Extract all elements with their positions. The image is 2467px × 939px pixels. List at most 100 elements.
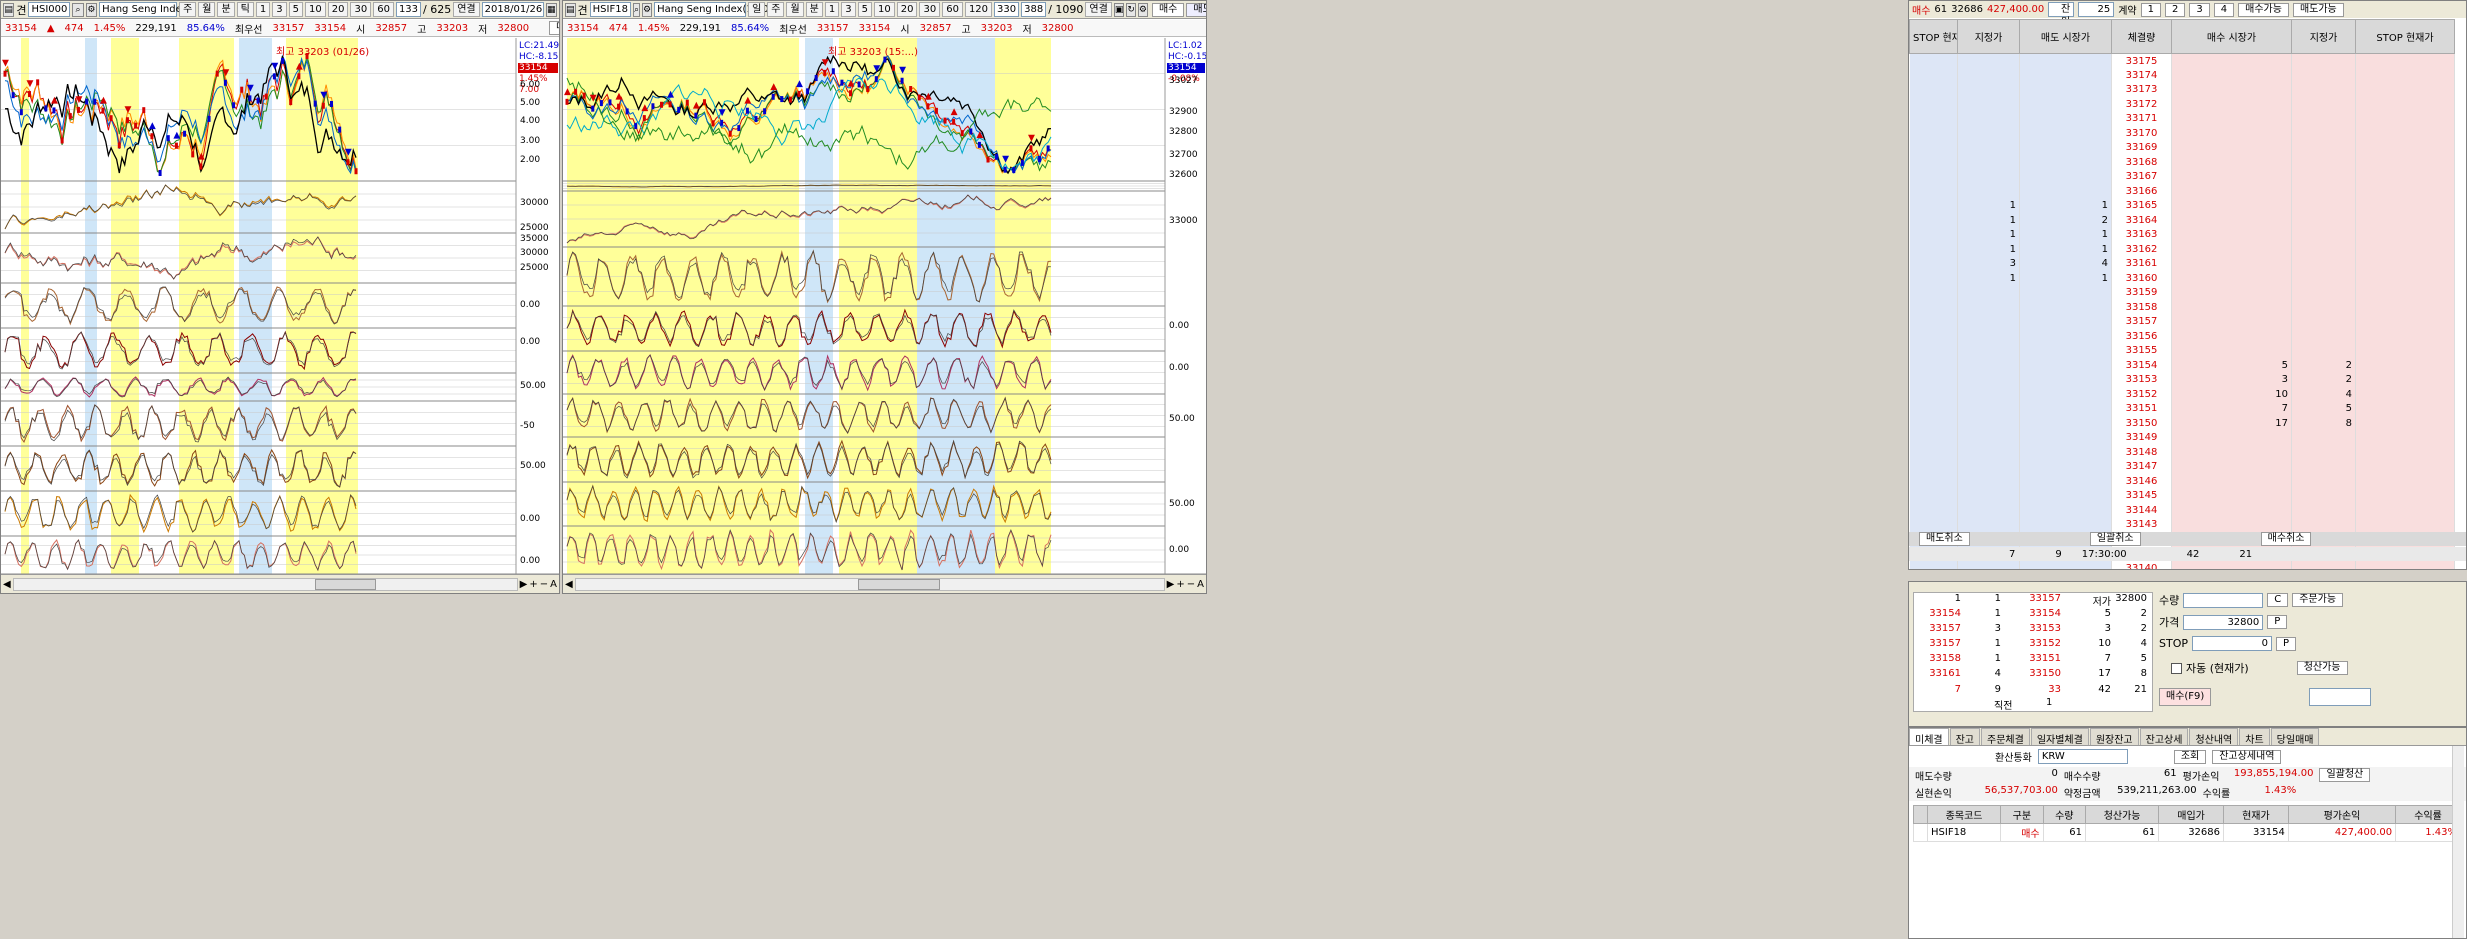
price-cell[interactable]: 33155 <box>2111 343 2172 358</box>
sell-market-cell[interactable] <box>2019 82 2112 97</box>
tab-6[interactable]: 청산내역 <box>2189 728 2239 746</box>
sell-stop-cell[interactable] <box>1909 111 1958 126</box>
sell-stop-cell[interactable] <box>1909 184 1958 199</box>
scroll-left-icon[interactable]: ◀ <box>3 579 11 590</box>
buy-stop-cell[interactable] <box>2355 256 2455 271</box>
sell-stop-cell[interactable] <box>1909 155 1958 170</box>
book-row[interactable]: 1 1 33160 <box>1909 271 2455 286</box>
buy-stop-cell[interactable] <box>2355 140 2455 155</box>
book-row[interactable]: 33154 5 2 <box>1909 358 2455 373</box>
order-available-button[interactable]: 주문가능 <box>2292 593 2344 607</box>
sell-stop-cell[interactable] <box>1909 271 1958 286</box>
buy-limit-cell[interactable] <box>2291 488 2356 503</box>
buy-market-cell[interactable] <box>2171 285 2292 300</box>
cancel-buy-button[interactable]: 매수취소 <box>2260 532 2312 546</box>
sell-market-cell[interactable] <box>2019 155 2112 170</box>
sell-limit-cell[interactable]: 1 <box>1957 213 2020 228</box>
buy-stop-cell[interactable] <box>2355 416 2455 431</box>
scroll-left-icon[interactable]: ◀ <box>565 579 573 590</box>
sell-market-cell[interactable] <box>2019 459 2112 474</box>
buy-market-cell[interactable] <box>2171 474 2292 489</box>
sell-market-cell[interactable] <box>2019 53 2112 68</box>
sell-limit-cell[interactable]: 1 <box>1957 242 2020 257</box>
zoom-in-icon[interactable]: + <box>529 579 537 590</box>
sell-market-cell[interactable] <box>2019 358 2112 373</box>
tab-0[interactable]: 미체결 <box>1909 728 1949 746</box>
scroll-thumb[interactable] <box>315 578 376 590</box>
sell-limit-cell[interactable]: 3 <box>1957 256 2020 271</box>
price-cell[interactable]: 33163 <box>2111 227 2172 242</box>
book-row[interactable]: 33156 <box>1909 329 2455 344</box>
buy-stop-cell[interactable] <box>2355 198 2455 213</box>
remain-select[interactable]: 잔미 <box>2048 2 2075 28</box>
buy-market-cell[interactable] <box>2171 53 2292 68</box>
buy-stop-cell[interactable] <box>2355 445 2455 460</box>
sell-market-cell[interactable] <box>2019 372 2112 387</box>
sell-limit-cell[interactable]: 1 <box>1957 198 2020 213</box>
tab-2[interactable]: 주문체결 <box>1981 728 2030 746</box>
price-cell[interactable]: 33149 <box>2111 430 2172 445</box>
sell-limit-cell[interactable] <box>1957 184 2020 199</box>
buy-limit-cell[interactable] <box>2291 285 2356 300</box>
buy-limit-cell[interactable] <box>2291 314 2356 329</box>
sell-market-cell[interactable] <box>2019 416 2112 431</box>
sell-market-cell[interactable] <box>2019 126 2112 141</box>
tab-4[interactable]: 원장잔고 <box>2089 728 2139 746</box>
mini-book-row[interactable]: 33161 4 33150 17 8 <box>1914 668 2150 681</box>
buy-stop-cell[interactable] <box>2355 474 2455 489</box>
buy-market-cell[interactable] <box>2171 314 2292 329</box>
book-row[interactable]: 33151 7 5 <box>1909 401 2455 416</box>
buy-market-cell[interactable] <box>2171 111 2292 126</box>
buy-stop-cell[interactable] <box>2355 271 2455 286</box>
buy-limit-cell[interactable] <box>2291 343 2356 358</box>
book-row[interactable]: 33168 <box>1909 155 2455 170</box>
sell-market-cell[interactable] <box>2019 184 2112 199</box>
zoom-in-icon[interactable]: + <box>1176 579 1184 590</box>
buy-stop-cell[interactable] <box>2355 126 2455 141</box>
sell-stop-cell[interactable] <box>1909 126 1958 141</box>
scroll-right-icon[interactable]: ▶ <box>1167 579 1175 590</box>
extra-field[interactable] <box>2309 688 2372 706</box>
buy-limit-cell[interactable] <box>2291 184 2356 199</box>
book-row[interactable]: 33153 3 2 <box>1909 372 2455 387</box>
sell-limit-cell[interactable] <box>1957 314 2020 329</box>
price-cell[interactable]: 33164 <box>2111 213 2172 228</box>
sell-stop-cell[interactable] <box>1909 343 1958 358</box>
price-cell[interactable]: 33145 <box>2111 488 2172 503</box>
price-cell[interactable]: 33166 <box>2111 184 2172 199</box>
book-row[interactable]: 33158 <box>1909 300 2455 315</box>
sell-market-cell[interactable] <box>2019 285 2112 300</box>
buy-stop-cell[interactable] <box>2355 82 2455 97</box>
book-row[interactable]: 33170 <box>1909 126 2455 141</box>
book-row[interactable]: 33146 <box>1909 474 2455 489</box>
sell-market-cell[interactable] <box>2019 300 2112 315</box>
scroll-thumb[interactable] <box>857 578 941 590</box>
buy-stop-cell[interactable] <box>2355 53 2455 68</box>
sell-limit-cell[interactable] <box>1957 285 2020 300</box>
sell-market-cell[interactable]: 1 <box>2019 271 2112 286</box>
detail-button[interactable]: 잔고상세내역 <box>2212 749 2282 764</box>
buy-stop-cell[interactable] <box>2355 488 2455 503</box>
price-cell[interactable]: 33167 <box>2111 169 2172 184</box>
buy-limit-cell[interactable] <box>2291 445 2356 460</box>
sell-market-cell[interactable]: 4 <box>2019 256 2112 271</box>
price-cell[interactable]: 33143 <box>2111 517 2172 532</box>
sell-limit-cell[interactable] <box>1957 169 2020 184</box>
sell-limit-cell[interactable] <box>1957 53 2020 68</box>
tab-8[interactable]: 당일매매 <box>2270 728 2320 746</box>
daily-chart-scrollbar[interactable]: ◀ ▶ + − A <box>1 574 559 593</box>
mini-book-row[interactable]: 33154 1 33154 5 2 <box>1914 608 2150 621</box>
book-row[interactable]: 33169 <box>1909 140 2455 155</box>
sell-market-cell[interactable] <box>2019 517 2112 532</box>
buy-stop-cell[interactable] <box>2355 111 2455 126</box>
book-row[interactable]: 1 2 33164 <box>1909 213 2455 228</box>
book-row[interactable]: 1 1 33162 <box>1909 242 2455 257</box>
book-row[interactable]: 33149 <box>1909 430 2455 445</box>
buy-limit-cell[interactable] <box>2291 561 2356 569</box>
price-cell[interactable]: 33170 <box>2111 126 2172 141</box>
sell-market-cell[interactable]: 1 <box>2019 198 2112 213</box>
sell-stop-cell[interactable] <box>1909 198 1958 213</box>
book-row[interactable]: 33152 10 4 <box>1909 387 2455 402</box>
scroll-track[interactable] <box>12 577 518 591</box>
buy-limit-cell[interactable] <box>2291 169 2356 184</box>
